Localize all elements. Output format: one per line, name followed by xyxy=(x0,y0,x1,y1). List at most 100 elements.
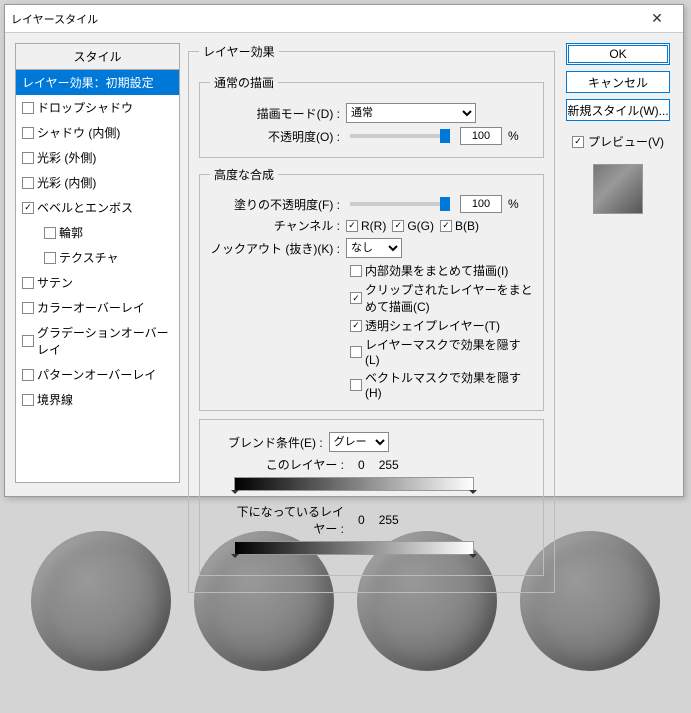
under-layer-range[interactable] xyxy=(234,541,474,555)
blend-mode-select[interactable]: 通常 xyxy=(346,103,476,123)
checkbox-icon xyxy=(346,220,358,232)
cancel-button[interactable]: キャンセル xyxy=(566,71,670,93)
preview-checkbox[interactable]: プレビュー(V) xyxy=(572,133,664,150)
fill-opacity-slider[interactable] xyxy=(350,202,450,206)
checkbox-icon xyxy=(44,252,56,264)
style-list-items: レイヤー効果：初期設定ドロップシャドウシャドウ (内側) 光彩 (外側) 光彩 (内… xyxy=(16,70,179,412)
under-layer-label: 下になっているレイヤー : xyxy=(234,503,344,537)
layer-style-dialog: レイヤースタイル ✕ スタイル レイヤー効果：初期設定ドロップシャドウシャドウ … xyxy=(4,4,684,497)
knockout-label: ノックアウト (抜き)(K) : xyxy=(210,240,340,257)
this-layer-low: 0 xyxy=(358,458,365,472)
fill-opacity-input[interactable] xyxy=(460,195,502,213)
style-item[interactable]: 輪郭 xyxy=(16,220,179,245)
blend-mode-label: 描画モード(D) : xyxy=(210,105,340,122)
style-item[interactable]: 光彩 (内側) xyxy=(16,170,179,195)
checkbox-icon xyxy=(392,220,404,232)
channels-label: チャンネル : xyxy=(210,217,340,234)
style-item[interactable]: カラーオーバーレイ xyxy=(16,295,179,320)
checkbox-icon xyxy=(22,127,34,139)
triangle-icon xyxy=(231,490,239,498)
checkbox-icon xyxy=(350,320,362,332)
style-item-label: 光彩 (内側) xyxy=(37,174,96,191)
style-item-label: グラデーションオーバーレイ xyxy=(37,324,173,358)
style-item-label: パターンオーバーレイ xyxy=(37,366,156,383)
preview-thumbnail xyxy=(593,164,643,214)
checkbox-icon xyxy=(22,102,34,114)
checkbox-icon xyxy=(572,136,584,148)
triangle-icon xyxy=(469,554,477,562)
close-button[interactable]: ✕ xyxy=(637,7,677,31)
opacity-input[interactable] xyxy=(460,127,502,145)
layer-effect-group: レイヤー効果 通常の描画 描画モード(D) : 通常 不透明度(O) : % xyxy=(188,43,555,593)
slider-thumb-icon xyxy=(440,129,450,143)
advanced-check[interactable]: ベクトルマスクで効果を隠す(H) xyxy=(350,369,533,400)
opacity-slider[interactable] xyxy=(350,134,450,138)
fill-opacity-unit: % xyxy=(508,197,519,211)
this-layer-range[interactable] xyxy=(234,477,474,491)
fill-opacity-label: 塗りの不透明度(F) : xyxy=(210,196,340,213)
titlebar-title: レイヤースタイル xyxy=(11,11,98,27)
style-item[interactable]: グラデーションオーバーレイ xyxy=(16,320,179,362)
advanced-check[interactable]: 内部効果をまとめて描画(I) xyxy=(350,262,533,279)
checkbox-icon xyxy=(22,202,34,214)
right-column: OK キャンセル 新規スタイル(W)... プレビュー(V) xyxy=(563,43,673,483)
style-item-label: 輪郭 xyxy=(59,224,83,241)
checkbox-icon xyxy=(22,152,34,164)
checkbox-icon xyxy=(350,292,362,304)
style-item-label: サテン xyxy=(37,274,73,291)
opacity-unit: % xyxy=(508,129,519,143)
style-item[interactable]: シャドウ (内側) xyxy=(16,120,179,145)
checkbox-icon xyxy=(22,177,34,189)
center-panel: レイヤー効果 通常の描画 描画モード(D) : 通常 不透明度(O) : % xyxy=(188,43,555,483)
style-item[interactable]: ベベルとエンボス xyxy=(16,195,179,220)
advanced-compositing-group: 高度な合成 塗りの不透明度(F) : % チャンネル : R(R) G(G) B… xyxy=(199,166,544,411)
this-layer-high: 255 xyxy=(379,458,399,472)
opacity-label: 不透明度(O) : xyxy=(210,128,340,145)
triangle-icon xyxy=(469,490,477,498)
style-item-label: カラーオーバーレイ xyxy=(37,299,145,316)
style-item-label: ドロップシャドウ xyxy=(37,99,133,116)
style-item-label: ベベルとエンボス xyxy=(37,199,133,216)
titlebar: レイヤースタイル ✕ xyxy=(5,5,683,33)
normal-blending-group: 通常の描画 描画モード(D) : 通常 不透明度(O) : % xyxy=(199,74,544,158)
checkbox-icon xyxy=(350,379,362,391)
checkbox-icon xyxy=(22,302,34,314)
blend-if-label: ブレンド条件(E) : xyxy=(228,434,323,451)
checkbox-icon xyxy=(22,369,34,381)
checkbox-icon xyxy=(22,335,34,347)
style-item-label: シャドウ (内側) xyxy=(37,124,120,141)
style-item-label: 境界線 xyxy=(37,391,73,408)
style-item[interactable]: テクスチャ xyxy=(16,245,179,270)
blend-if-select[interactable]: グレー xyxy=(329,432,389,452)
style-item[interactable]: レイヤー効果：初期設定 xyxy=(16,70,179,95)
layer-effect-legend: レイヤー効果 xyxy=(199,43,279,60)
channel-b[interactable]: B(B) xyxy=(440,219,479,233)
under-layer-high: 255 xyxy=(379,513,399,527)
style-item[interactable]: パターンオーバーレイ xyxy=(16,362,179,387)
channel-r[interactable]: R(R) xyxy=(346,219,386,233)
normal-blending-legend: 通常の描画 xyxy=(210,74,278,91)
style-item-label: テクスチャ xyxy=(59,249,119,266)
knockout-select[interactable]: なし xyxy=(346,238,402,258)
checkbox-icon xyxy=(22,394,34,406)
style-item-label: 光彩 (外側) xyxy=(37,149,96,166)
style-item[interactable]: サテン xyxy=(16,270,179,295)
advanced-check[interactable]: クリップされたレイヤーをまとめて描画(C) xyxy=(350,281,533,315)
sphere-preview xyxy=(31,531,171,671)
style-item[interactable]: ドロップシャドウ xyxy=(16,95,179,120)
style-list: スタイル レイヤー効果：初期設定ドロップシャドウシャドウ (内側)光彩 (外側)… xyxy=(15,43,180,483)
checkbox-icon xyxy=(22,277,34,289)
checkbox-icon xyxy=(350,265,362,277)
new-style-button[interactable]: 新規スタイル(W)... xyxy=(566,99,670,121)
advanced-legend: 高度な合成 xyxy=(210,166,278,183)
channel-g[interactable]: G(G) xyxy=(392,219,434,233)
under-layer-low: 0 xyxy=(358,513,365,527)
style-item-label: レイヤー効果：初期設定 xyxy=(22,74,154,91)
style-item[interactable]: 光彩 (外側) xyxy=(16,145,179,170)
checkbox-icon xyxy=(440,220,452,232)
advanced-check[interactable]: 透明シェイプレイヤー(T) xyxy=(350,317,533,334)
advanced-check[interactable]: レイヤーマスクで効果を隠す(L) xyxy=(350,336,533,367)
style-item[interactable]: 境界線 xyxy=(16,387,179,412)
this-layer-label: このレイヤー : xyxy=(234,456,344,473)
ok-button[interactable]: OK xyxy=(566,43,670,65)
